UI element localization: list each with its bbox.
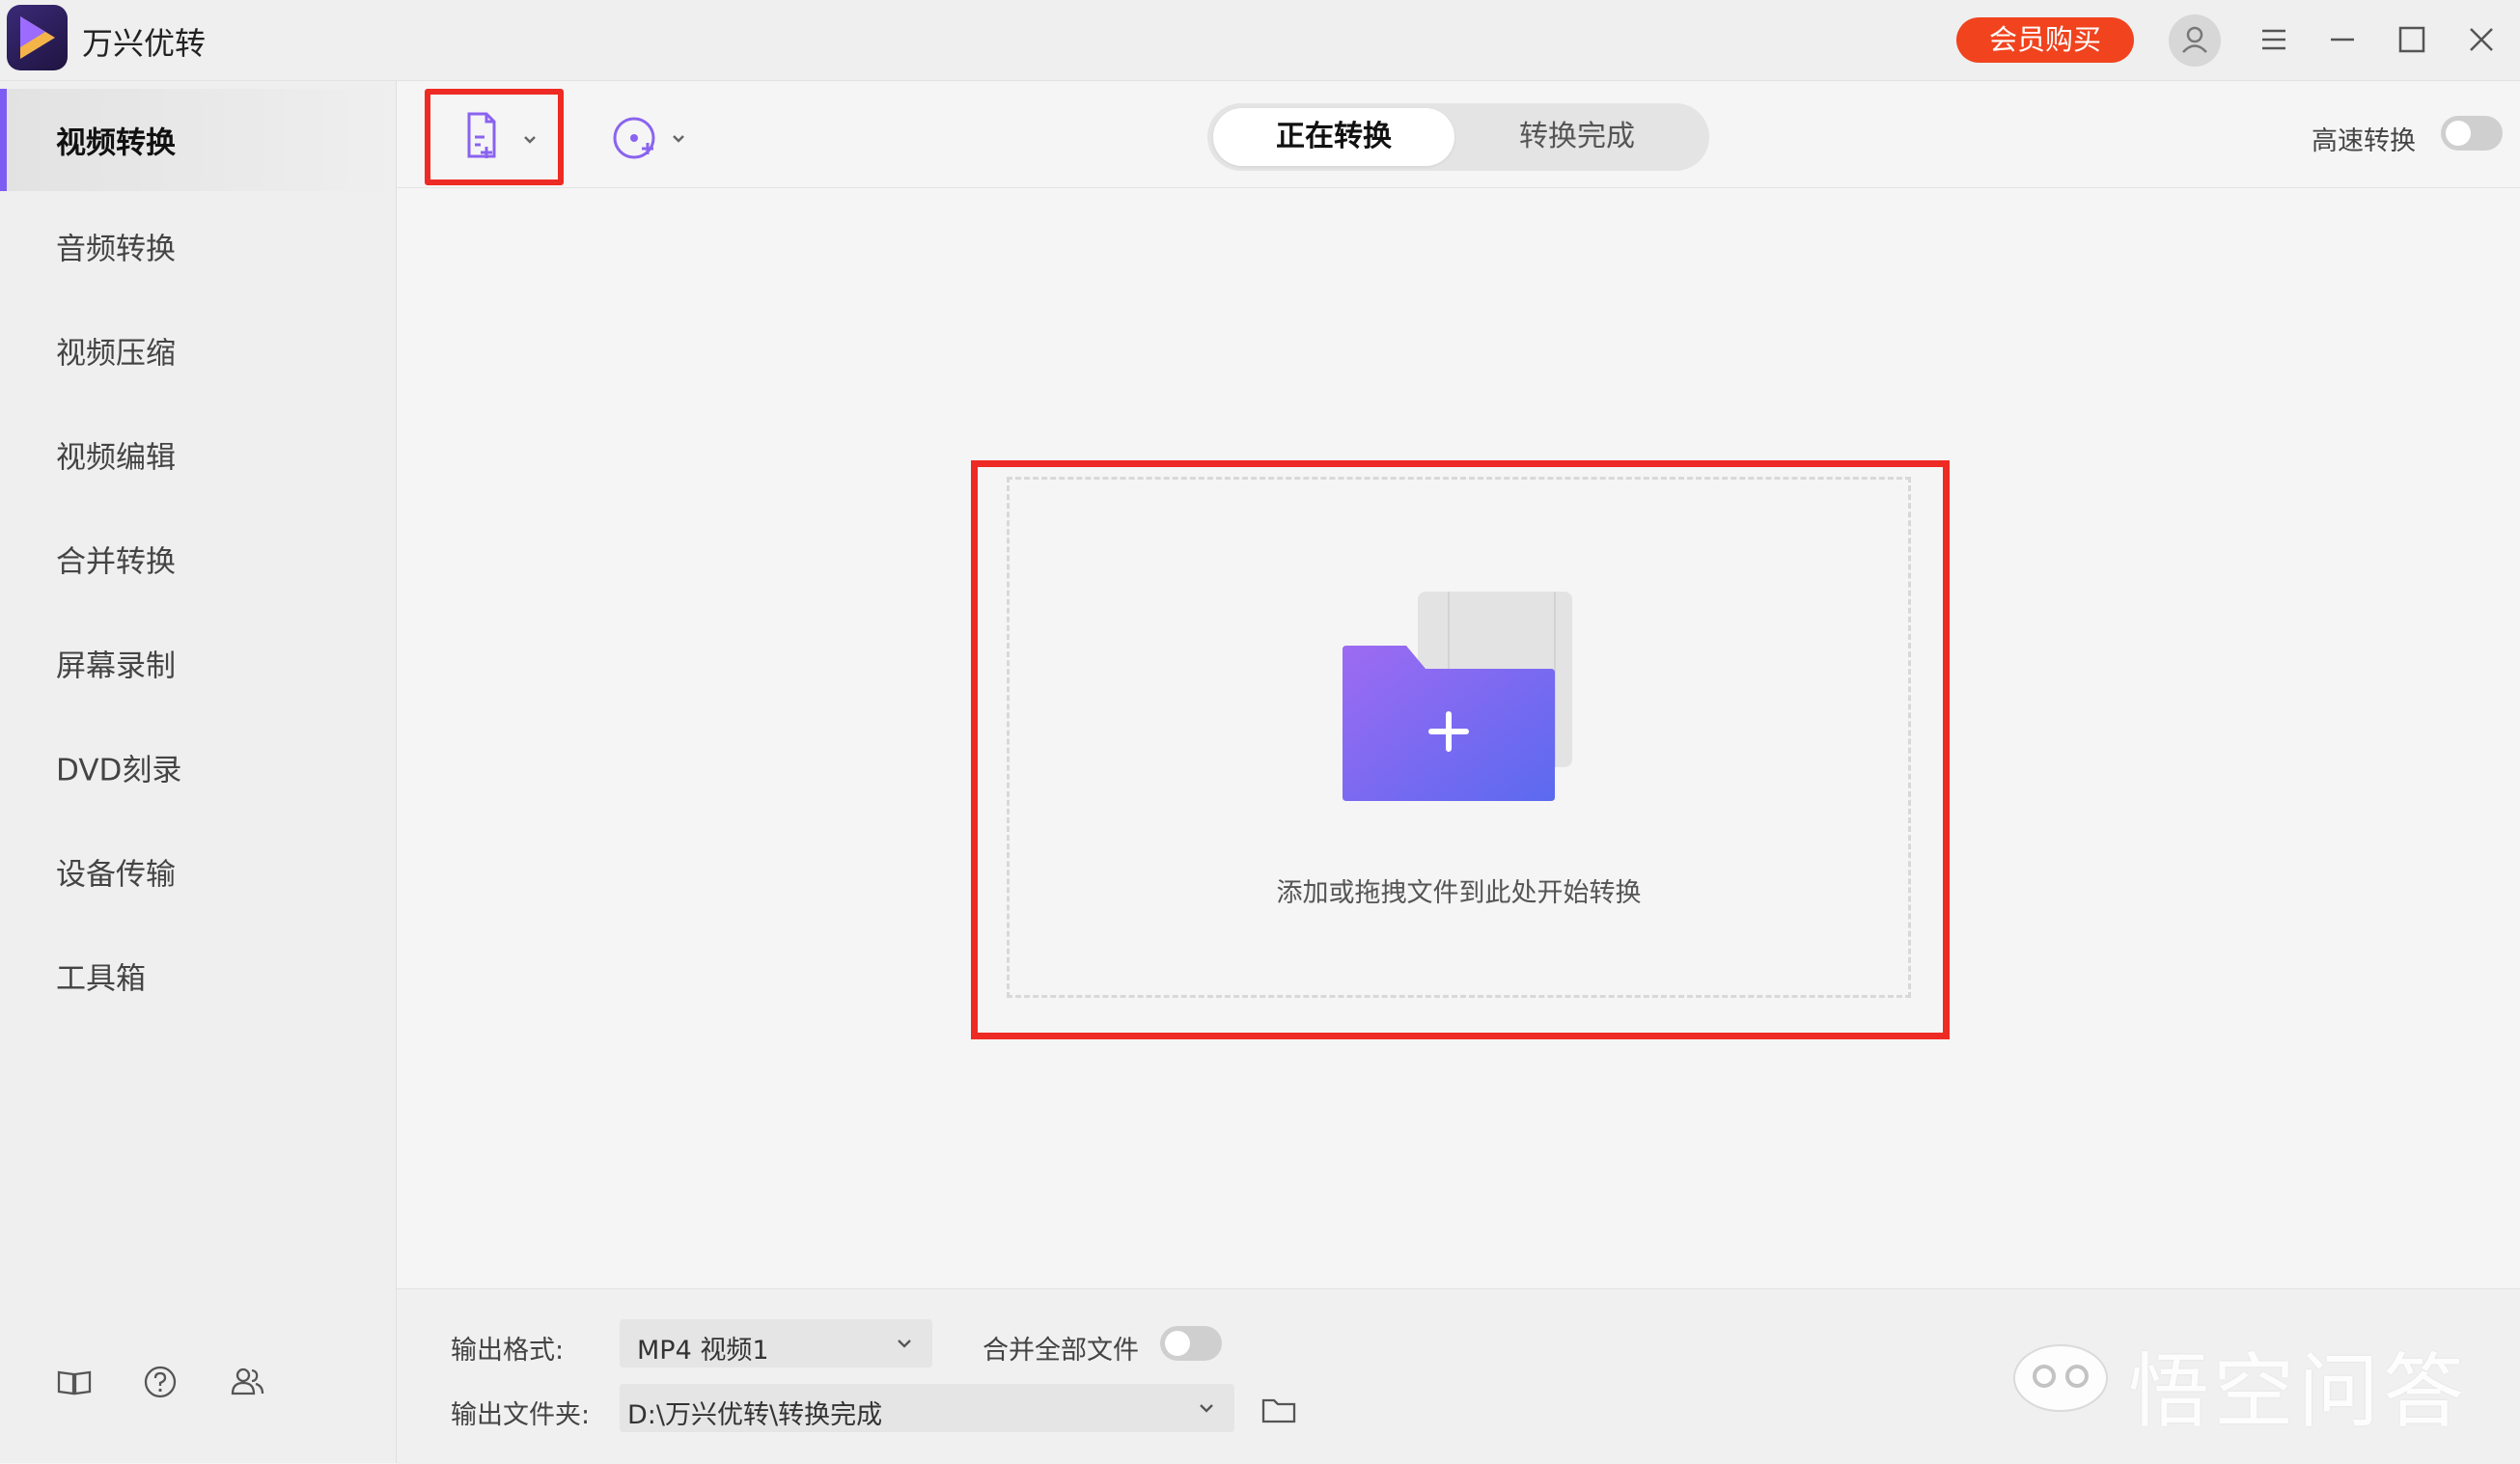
book-icon[interactable]: [53, 1361, 96, 1403]
merge-all-label: 合并全部文件: [983, 1336, 1139, 1366]
sidebar-item-label: 音频转换: [56, 232, 176, 267]
merge-all-toggle[interactable]: [1160, 1326, 1222, 1361]
sidebar-item[interactable]: 视频编辑: [0, 403, 396, 506]
users-icon[interactable]: [226, 1361, 268, 1403]
avatar-icon[interactable]: [2169, 14, 2221, 67]
sidebar-item-label: 工具箱: [56, 961, 146, 997]
sidebar-item[interactable]: 合并转换: [0, 508, 396, 610]
sidebar-item-label: 合并转换: [56, 544, 176, 580]
sidebar-item[interactable]: 工具箱: [0, 925, 396, 1027]
minimize-icon[interactable]: [2321, 18, 2364, 61]
sidebar-item[interactable]: DVD刻录: [0, 716, 396, 818]
sidebar-item[interactable]: 设备传输: [0, 820, 396, 923]
chevron-down-icon: [898, 1340, 911, 1348]
sidebar-item-label: 设备传输: [56, 857, 176, 893]
sidebar-item[interactable]: 视频转换: [0, 89, 396, 191]
output-folder-value: D:\万兴优转\转换完成: [627, 1400, 883, 1430]
menu-icon[interactable]: [2253, 18, 2295, 61]
sidebar-item[interactable]: 音频转换: [0, 195, 396, 297]
sidebar-item[interactable]: 视频压缩: [0, 299, 396, 401]
chevron-down-icon: [1200, 1404, 1213, 1413]
output-format-select[interactable]: MP4 视频1: [620, 1319, 932, 1367]
output-folder-label: 输出文件夹:: [451, 1400, 591, 1430]
add-file-button[interactable]: [425, 89, 564, 185]
tab-completed[interactable]: 转换完成: [1456, 108, 1698, 166]
close-icon[interactable]: [2460, 18, 2503, 61]
sidebar-item[interactable]: 屏幕录制: [0, 612, 396, 714]
dropzone-hint: 添加或拖拽文件到此处开始转换: [1276, 878, 1642, 908]
maximize-icon[interactable]: [2391, 18, 2433, 61]
high-speed-toggle[interactable]: [2441, 116, 2503, 151]
status-tabs: 正在转换 转换完成: [1207, 103, 1709, 171]
open-folder-icon[interactable]: [1260, 1393, 1298, 1427]
help-icon[interactable]: [139, 1361, 181, 1403]
sidebar-item-label: 视频压缩: [56, 336, 176, 372]
sidebar-item-label: 视频转换: [56, 125, 176, 161]
output-folder-select[interactable]: D:\万兴优转\转换完成: [620, 1384, 1234, 1432]
app-title: 万兴优转: [82, 25, 207, 62]
vip-purchase-button[interactable]: 会员购买: [1956, 17, 2134, 63]
output-format-value: MP4 视频1: [637, 1336, 769, 1366]
output-format-label: 输出格式:: [451, 1336, 565, 1366]
title-bar: 万兴优转 会员购买: [0, 0, 2520, 81]
add-folder-icon[interactable]: [1343, 592, 1574, 804]
watermark-text: 悟空问答: [2128, 1344, 2469, 1439]
high-speed-label: 高速转换: [2312, 126, 2416, 156]
app-logo-icon: [7, 5, 68, 70]
sidebar-item-label: 视频编辑: [56, 440, 176, 476]
sidebar-item-label: DVD刻录: [56, 753, 182, 788]
sidebar-item-label: 屏幕录制: [56, 649, 176, 684]
add-dvd-button[interactable]: [603, 104, 709, 172]
tab-converting[interactable]: 正在转换: [1213, 108, 1454, 166]
